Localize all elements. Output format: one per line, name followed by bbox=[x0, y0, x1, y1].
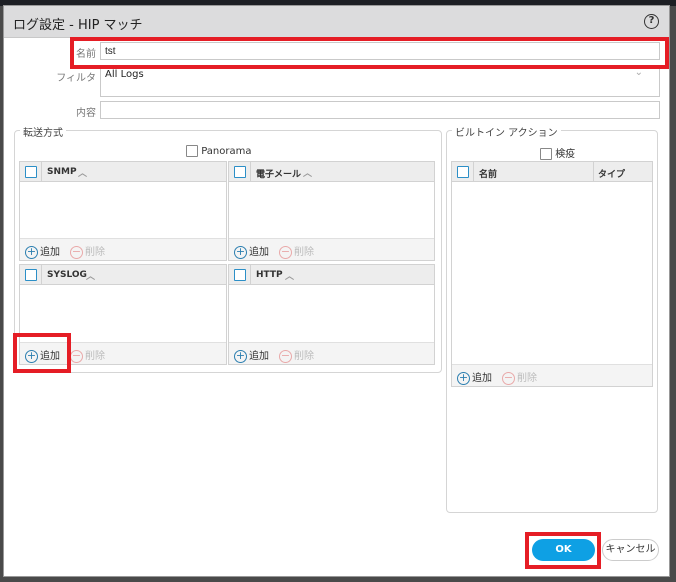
dialog-title: ログ設定 - HIP マッチ bbox=[13, 18, 143, 33]
delete-button[interactable]: − 削除 bbox=[279, 243, 314, 259]
column-header[interactable]: SYSLOG bbox=[47, 270, 87, 280]
column-header-name[interactable]: 名前 bbox=[479, 167, 497, 180]
select-all-checkbox[interactable] bbox=[25, 166, 37, 178]
delete-button[interactable]: − 削除 bbox=[502, 369, 537, 385]
minus-icon: − bbox=[279, 348, 292, 363]
add-button[interactable]: + 追加 bbox=[457, 369, 492, 385]
quarantine-checkbox[interactable]: 検疫 bbox=[540, 145, 575, 160]
delete-button[interactable]: − 削除 bbox=[279, 347, 314, 363]
select-all-checkbox[interactable] bbox=[234, 269, 246, 281]
http-table: HTTP ︿ + 追加 − 削除 bbox=[228, 264, 435, 365]
plus-icon: + bbox=[457, 370, 470, 385]
minus-icon: − bbox=[70, 348, 83, 363]
builtin-actions-table: 名前 タイプ + 追加 − 削除 bbox=[451, 161, 653, 387]
help-icon[interactable]: ? bbox=[644, 14, 659, 29]
description-input[interactable] bbox=[100, 101, 660, 119]
filter-label: フィルタ bbox=[56, 73, 96, 84]
minus-icon: − bbox=[70, 244, 83, 259]
column-header[interactable]: 電子メール bbox=[256, 167, 301, 180]
add-button[interactable]: + 追加 bbox=[234, 243, 269, 259]
column-header-type[interactable]: タイプ bbox=[598, 167, 625, 180]
select-all-checkbox[interactable] bbox=[457, 166, 469, 178]
highlight-name-field bbox=[70, 37, 669, 69]
select-all-checkbox[interactable] bbox=[25, 269, 37, 281]
add-button[interactable]: + 追加 bbox=[234, 347, 269, 363]
select-all-checkbox[interactable] bbox=[234, 166, 246, 178]
description-label: 内容 bbox=[76, 108, 96, 119]
dialog-title-bar: ログ設定 - HIP マッチ ? bbox=[4, 6, 669, 38]
plus-icon: + bbox=[234, 244, 247, 259]
plus-icon: + bbox=[25, 244, 38, 259]
quarantine-label: 検疫 bbox=[555, 149, 576, 160]
highlight-ok-button bbox=[525, 532, 601, 569]
add-button[interactable]: + 追加 bbox=[25, 243, 60, 259]
highlight-syslog-add bbox=[13, 333, 71, 373]
filter-value: All Logs bbox=[105, 69, 144, 80]
cancel-button[interactable]: キャンセル bbox=[602, 539, 659, 561]
snmp-table: SNMP ︿ + 追加 − 削除 bbox=[19, 161, 227, 261]
plus-icon: + bbox=[234, 348, 247, 363]
delete-button[interactable]: − 削除 bbox=[70, 347, 105, 363]
column-header[interactable]: HTTP bbox=[256, 270, 283, 280]
filter-combobox[interactable]: All Logs ⌄ bbox=[100, 66, 660, 97]
builtin-actions-legend: ビルトイン アクション bbox=[452, 124, 561, 139]
panorama-label: Panorama bbox=[201, 146, 252, 157]
minus-icon: − bbox=[502, 370, 515, 385]
minus-icon: − bbox=[279, 244, 292, 259]
forward-method-legend: 転送方式 bbox=[20, 124, 66, 139]
email-table: 電子メール ︿ + 追加 − 削除 bbox=[228, 161, 435, 261]
delete-button[interactable]: − 削除 bbox=[70, 243, 105, 259]
panorama-checkbox[interactable]: Panorama bbox=[186, 145, 251, 157]
column-header[interactable]: SNMP bbox=[47, 167, 77, 177]
